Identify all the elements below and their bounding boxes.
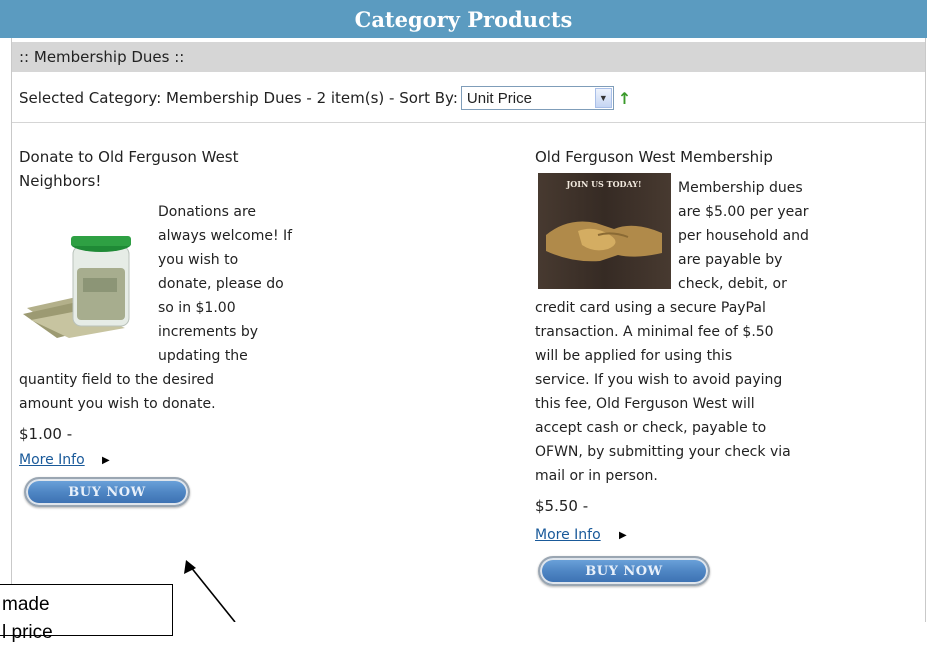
product-description-line: will be applied for using this bbox=[535, 348, 733, 364]
subheader-label: :: Membership Dues :: bbox=[19, 48, 185, 66]
product-description-line: accept cash or check, payable to bbox=[535, 420, 767, 436]
product-description-line: always welcome! If bbox=[158, 228, 293, 244]
product-description-line: per household and bbox=[678, 228, 809, 244]
page-header: Category Products bbox=[0, 0, 927, 38]
frame-border-left bbox=[11, 38, 12, 622]
product-price: $5.50 - bbox=[535, 497, 589, 515]
more-info-link[interactable]: More Info bbox=[535, 527, 601, 543]
annotation-arrow-icon bbox=[184, 560, 236, 622]
product-description-line: increments by bbox=[158, 324, 259, 340]
product-description-line: updating the bbox=[158, 348, 248, 364]
product-title-line: Donate to Old Ferguson West bbox=[19, 148, 239, 166]
caret-right-icon: ▶ bbox=[102, 455, 110, 466]
product-description-line: Donations are bbox=[158, 204, 256, 220]
product-description-line: are payable by bbox=[678, 252, 783, 268]
product-description-line: so in $1.00 bbox=[158, 300, 236, 316]
product-description-line: service. If you wish to avoid paying bbox=[535, 372, 783, 388]
product-description-line: this fee, Old Ferguson West will bbox=[535, 396, 755, 412]
buy-now-label: BUY NOW bbox=[68, 484, 146, 500]
annotation-line: l price bbox=[2, 622, 53, 643]
buy-now-label: BUY NOW bbox=[585, 563, 663, 579]
product-description-line: OFWN, by submitting your check via bbox=[535, 444, 791, 460]
product-title-line: Neighbors! bbox=[19, 172, 102, 190]
sort-ascending-icon[interactable]: ↑ bbox=[618, 89, 631, 108]
product-description-line: Membership dues bbox=[678, 180, 803, 196]
product-description-line: credit card using a secure PayPal bbox=[535, 300, 766, 316]
money-jar-image bbox=[23, 236, 131, 338]
product-description-line: amount you wish to donate. bbox=[19, 396, 216, 412]
product-description-line: you wish to bbox=[158, 252, 239, 268]
product-description-line: check, debit, or bbox=[678, 276, 787, 292]
handshake-image: JOIN US TODAY! bbox=[538, 173, 671, 289]
product-description-line: mail or in person. bbox=[535, 468, 658, 484]
sort-select[interactable]: Unit Price ▼ bbox=[460, 86, 614, 110]
product-description-line: are $5.00 per year bbox=[678, 204, 809, 220]
sort-select-value: Unit Price bbox=[466, 89, 532, 107]
more-info-link[interactable]: More Info bbox=[19, 452, 85, 468]
product-title-line: Old Ferguson West Membership bbox=[535, 148, 773, 166]
annotation-line: made bbox=[2, 594, 50, 615]
buy-now-button[interactable]: BUY NOW bbox=[538, 556, 710, 586]
product-description-line: transaction. A minimal fee of $.50 bbox=[535, 324, 774, 340]
product-description-line: donate, please do bbox=[158, 276, 284, 292]
chevron-down-icon[interactable]: ▼ bbox=[594, 88, 612, 108]
product-title[interactable]: Old Ferguson West Membership bbox=[535, 145, 773, 169]
category-bar: Selected Category: Membership Dues - 2 i… bbox=[19, 84, 631, 112]
divider bbox=[12, 122, 925, 123]
product-price: $1.00 - bbox=[19, 425, 73, 443]
product-title[interactable]: Donate to Old Ferguson West Neighbors! bbox=[19, 145, 239, 193]
category-subheader: :: Membership Dues :: bbox=[12, 42, 925, 72]
product-description-line: quantity field to the desired bbox=[19, 372, 215, 388]
buy-now-button[interactable]: BUY NOW bbox=[24, 477, 190, 507]
caret-right-icon: ▶ bbox=[619, 530, 627, 541]
image-caption: JOIN US TODAY! bbox=[565, 179, 641, 189]
header-title: Category Products bbox=[354, 6, 573, 32]
annotation-callout: made l price bbox=[0, 584, 173, 643]
frame-border-right bbox=[925, 38, 926, 622]
category-summary: Selected Category: Membership Dues - 2 i… bbox=[19, 89, 458, 107]
